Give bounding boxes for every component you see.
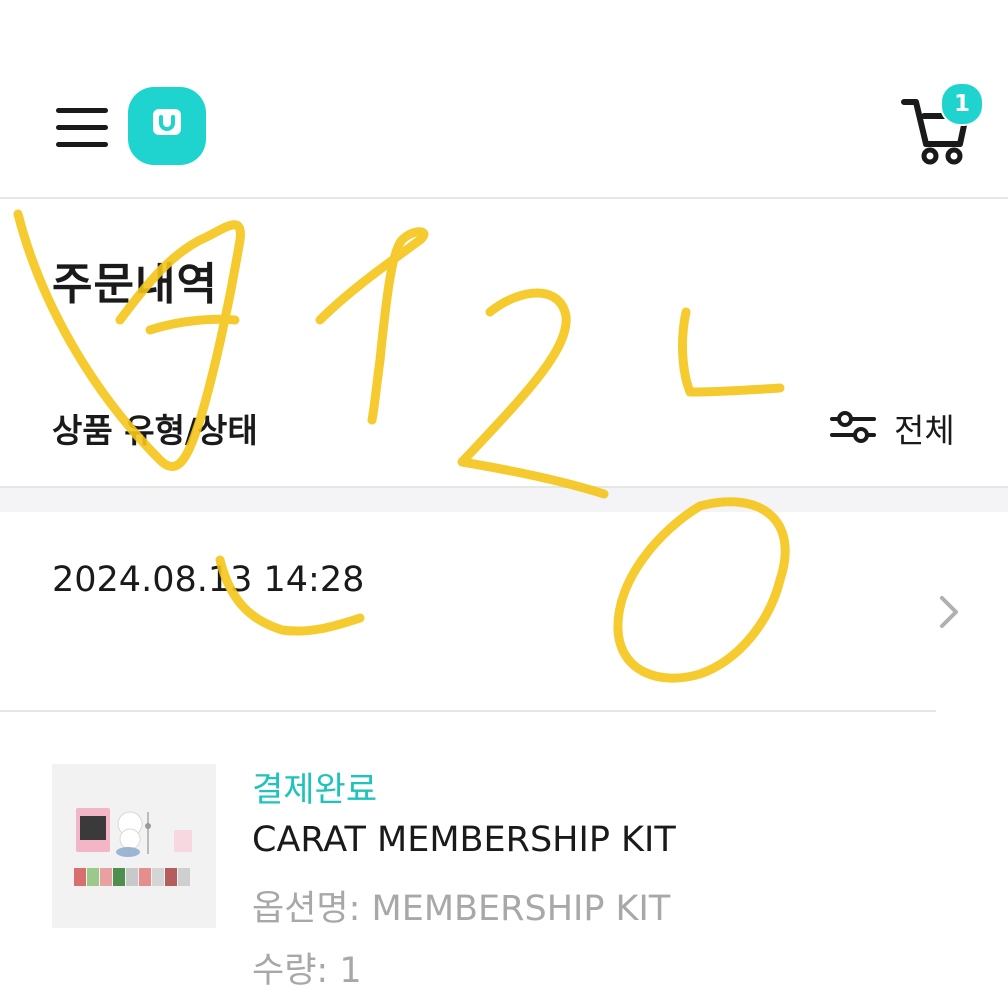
order-status: 결제완료 [252, 770, 378, 810]
cart-count-badge: 1 [940, 82, 984, 126]
product-name[interactable]: CARAT MEMBERSHIP KIT [252, 820, 676, 860]
product-quantity: 수량: 1 [252, 951, 362, 991]
filter-label: 상품 유형/상태 [52, 411, 258, 450]
header-divider [0, 197, 1008, 199]
hamburger-menu-icon[interactable] [56, 108, 108, 148]
section-separator [0, 488, 1008, 512]
sliders-filter-icon [830, 411, 876, 443]
order-header-row[interactable] [0, 512, 1008, 712]
top-app-bar: 1 [0, 0, 1008, 198]
product-thumbnail[interactable] [52, 764, 216, 928]
shopping-bag-logo-icon[interactable] [128, 87, 206, 165]
order-divider [0, 710, 936, 712]
order-date: 2024.08.13 14:28 [52, 560, 365, 600]
page-title: 주문내역 [52, 259, 218, 310]
filter-value: 전체 [894, 411, 955, 450]
chevron-right-icon[interactable] [934, 594, 962, 630]
product-option: 옵션명: MEMBERSHIP KIT [252, 889, 671, 929]
